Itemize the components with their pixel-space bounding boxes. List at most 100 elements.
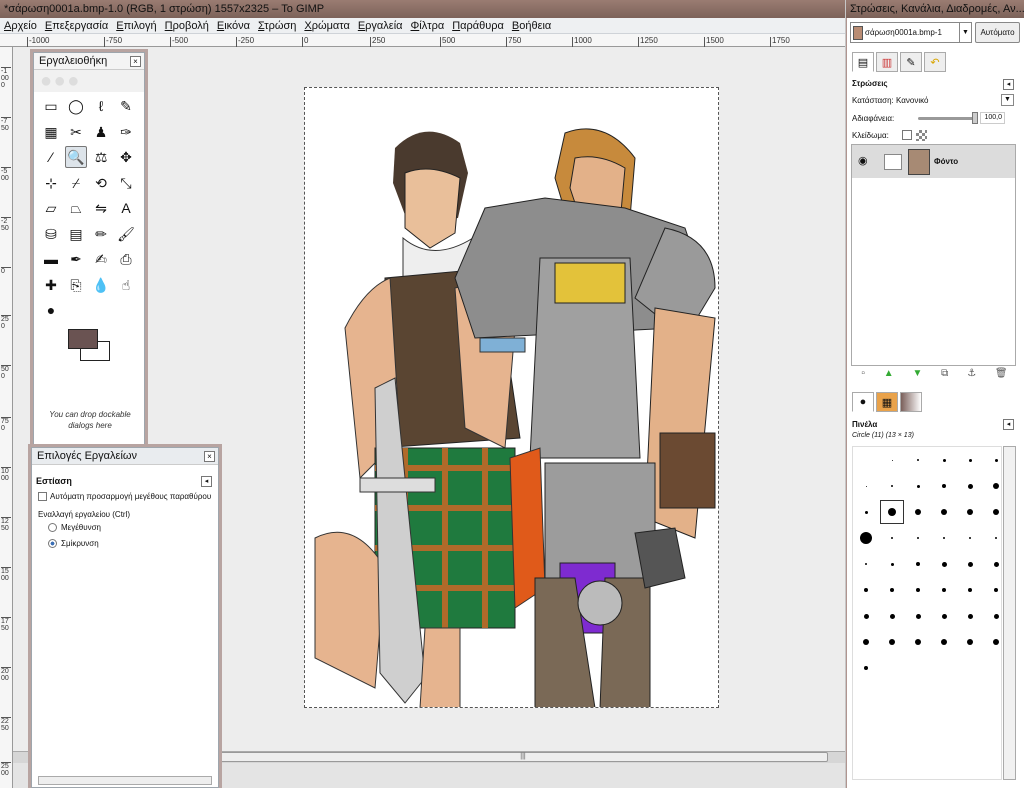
- move-icon[interactable]: ✥: [115, 146, 137, 168]
- brush-preview[interactable]: [916, 588, 920, 592]
- menu-edit[interactable]: Επεξεργασία: [41, 18, 112, 34]
- brush-preview[interactable]: [967, 639, 973, 645]
- brush-preview[interactable]: [968, 588, 972, 592]
- flip-icon[interactable]: ⇋: [90, 197, 112, 219]
- chevron-down-icon[interactable]: ▼: [1001, 94, 1014, 106]
- pencil-icon[interactable]: ✏: [90, 223, 112, 245]
- horizontal-scrollbar[interactable]: [38, 776, 212, 785]
- brush-preview[interactable]: [967, 483, 973, 489]
- brush-preview[interactable]: [889, 613, 895, 619]
- dodge-burn-icon[interactable]: ●: [40, 299, 62, 321]
- free-select-icon[interactable]: ℓ: [90, 95, 112, 117]
- scissors-icon[interactable]: ✂: [65, 121, 87, 143]
- menu-file[interactable]: Αρχείο: [0, 18, 41, 34]
- brush-preview[interactable]: [967, 509, 973, 515]
- bucket-fill-icon[interactable]: ⛁: [40, 223, 62, 245]
- auto-button[interactable]: Αυτόματο: [975, 22, 1020, 43]
- mode-value[interactable]: Κανονικό: [896, 96, 928, 105]
- checkbox[interactable]: [38, 492, 47, 502]
- brush-preview[interactable]: [891, 485, 893, 487]
- paths-tab-icon[interactable]: ✎: [900, 52, 922, 72]
- paintbrush-icon[interactable]: 🖌: [115, 223, 137, 245]
- delete-icon[interactable]: 🗑: [995, 368, 1008, 384]
- color-picker-icon[interactable]: ⁄: [40, 146, 62, 168]
- brush-preview[interactable]: [891, 459, 893, 461]
- close-icon[interactable]: ×: [204, 451, 215, 462]
- brush-preview[interactable]: [917, 459, 919, 461]
- menu-arrow-icon[interactable]: ◂: [1003, 79, 1014, 90]
- perspective-clone-icon[interactable]: ⎘: [65, 274, 87, 296]
- lock-alpha-icon[interactable]: [916, 130, 927, 141]
- color-area[interactable]: [68, 329, 112, 365]
- brush-preview[interactable]: [968, 458, 972, 462]
- brush-preview[interactable]: [941, 639, 947, 645]
- brush-preview[interactable]: [863, 639, 869, 645]
- rotate-icon[interactable]: ⟲: [90, 172, 112, 194]
- radio-zoom-in[interactable]: Μεγέθυνση: [48, 523, 101, 533]
- smudge-icon[interactable]: ☝: [115, 274, 137, 296]
- menu-colors[interactable]: Χρώματα: [300, 18, 353, 34]
- brush-preview[interactable]: [993, 561, 999, 567]
- brush-preview[interactable]: [890, 562, 894, 566]
- menu-tools[interactable]: Εργαλεία: [354, 18, 407, 34]
- brush-preview[interactable]: [969, 537, 971, 539]
- menu-layer[interactable]: Στρώση: [254, 18, 300, 34]
- ellipse-select-icon[interactable]: ◯: [65, 95, 87, 117]
- radio-zoom-out[interactable]: Σμίκρυνση: [48, 539, 99, 549]
- measure-icon[interactable]: ⚖: [90, 146, 112, 168]
- menu-select[interactable]: Επιλογή: [112, 18, 160, 34]
- crop-icon[interactable]: ⌿: [65, 172, 87, 194]
- menu-filters[interactable]: Φίλτρα: [407, 18, 449, 34]
- opacity-slider-handle[interactable]: [972, 112, 978, 124]
- brush-preview[interactable]: [943, 537, 945, 539]
- brush-preview[interactable]: [865, 563, 867, 565]
- brush-preview[interactable]: [915, 639, 921, 645]
- brush-preview[interactable]: [941, 613, 947, 619]
- ink-icon[interactable]: ✍: [90, 248, 112, 270]
- brush-preview[interactable]: [917, 537, 919, 539]
- opacity-slider[interactable]: [918, 117, 978, 120]
- menu-view[interactable]: Προβολή: [161, 18, 213, 34]
- brush-preview[interactable]: [993, 509, 999, 515]
- fuzzy-select-icon[interactable]: ✎: [115, 95, 137, 117]
- brush-preview[interactable]: [967, 613, 973, 619]
- chain-icon[interactable]: [884, 154, 902, 170]
- brush-preview[interactable]: [941, 561, 947, 567]
- clone-icon[interactable]: ⎙: [115, 248, 137, 270]
- brush-preview[interactable]: [967, 561, 973, 567]
- vertical-ruler[interactable]: -1000 -750 -500 -250 0 250 500 750 1000 …: [0, 47, 13, 788]
- layers-tab-icon[interactable]: ▤: [852, 52, 874, 72]
- blend-icon[interactable]: ▤: [65, 223, 87, 245]
- brush-preview[interactable]: [890, 588, 894, 592]
- patterns-tab-icon[interactable]: ▦: [876, 392, 898, 412]
- rect-select-icon[interactable]: ▭: [40, 95, 62, 117]
- brush-preview[interactable]: [889, 639, 895, 645]
- paths-icon[interactable]: ✑: [115, 121, 137, 143]
- foreground-color-swatch[interactable]: [68, 329, 98, 349]
- eye-icon[interactable]: ◉: [858, 154, 876, 168]
- radio[interactable]: [48, 523, 57, 533]
- raise-layer-icon[interactable]: ▲: [884, 368, 894, 384]
- layer-name[interactable]: Φόντο: [934, 157, 958, 166]
- menu-arrow-icon[interactable]: ◂: [1003, 419, 1014, 430]
- brush-preview[interactable]: [860, 532, 872, 544]
- brush-preview[interactable]: [994, 458, 998, 462]
- brush-preview[interactable]: [915, 509, 921, 515]
- radio-selected[interactable]: [48, 539, 57, 549]
- brush-grid[interactable]: [852, 446, 1002, 780]
- brush-preview[interactable]: [993, 639, 999, 645]
- new-layer-icon[interactable]: ▫: [861, 368, 865, 384]
- brush-preview[interactable]: [994, 588, 998, 592]
- duplicate-layer-icon[interactable]: ⧉: [941, 368, 948, 384]
- brush-preview[interactable]: [916, 562, 920, 566]
- perspective-icon[interactable]: ⏢: [65, 197, 87, 219]
- blur-icon[interactable]: 💧: [90, 274, 112, 296]
- brush-preview[interactable]: [864, 510, 868, 514]
- heal-icon[interactable]: ✚: [40, 274, 62, 296]
- scale-icon[interactable]: ⤡: [115, 172, 137, 194]
- menu-arrow-icon[interactable]: ◂: [201, 476, 212, 487]
- brush-preview[interactable]: [993, 483, 999, 489]
- anchor-icon[interactable]: ⚓: [967, 368, 976, 384]
- vertical-scrollbar[interactable]: [1003, 446, 1016, 780]
- text-icon[interactable]: A: [115, 197, 137, 219]
